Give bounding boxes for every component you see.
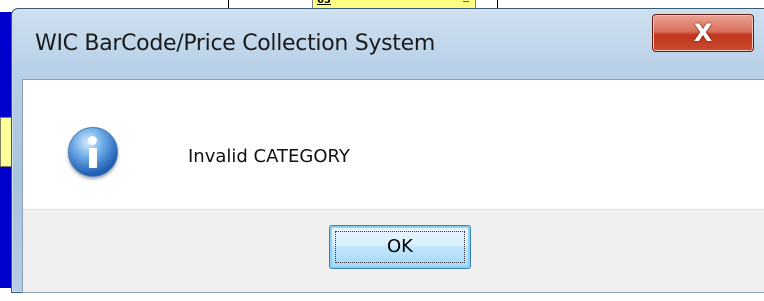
chevron-down-icon <box>463 1 469 5</box>
info-icon-stem <box>89 148 97 168</box>
dialog-button-bar: OK <box>22 209 764 293</box>
dialog-titlebar[interactable]: WIC BarCode/Price Collection System X <box>12 9 764 73</box>
message-dialog: WIC BarCode/Price Collection System X In… <box>11 8 764 293</box>
info-icon-dot <box>88 136 97 145</box>
dialog-message: Invalid CATEGORY <box>188 146 350 167</box>
info-icon <box>68 127 118 177</box>
close-button[interactable]: X <box>652 14 754 52</box>
background-combo-value: 63 <box>317 0 331 6</box>
ok-button-label: OK <box>387 236 413 257</box>
dialog-title: WIC BarCode/Price Collection System <box>35 31 435 56</box>
ok-button[interactable]: OK <box>329 225 471 269</box>
dialog-content: Invalid CATEGORY <box>22 79 764 210</box>
close-icon: X <box>693 19 713 47</box>
